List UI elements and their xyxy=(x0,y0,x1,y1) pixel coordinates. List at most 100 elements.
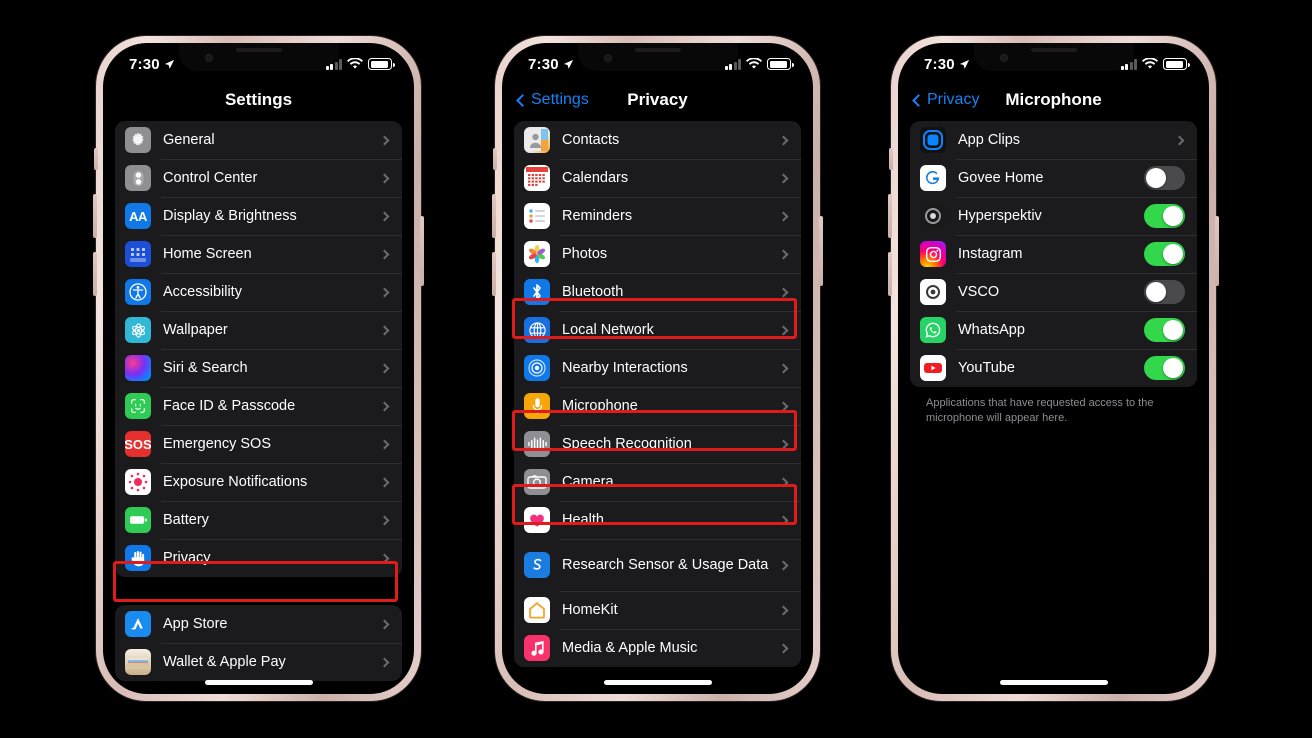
chevron-right-icon xyxy=(379,401,390,411)
power-button[interactable] xyxy=(819,216,823,286)
status-time: 7:30 xyxy=(528,56,574,73)
sidebar-item-wallpaper[interactable]: Wallpaper xyxy=(115,311,402,349)
chevron-right-icon xyxy=(778,605,789,615)
sidebar-item-health[interactable]: Health xyxy=(514,501,801,539)
calendar-icon xyxy=(524,165,550,191)
back-button[interactable]: Settings xyxy=(516,91,589,109)
row-label: WhatsApp xyxy=(958,321,1025,338)
sidebar-item-general[interactable]: General xyxy=(115,121,402,159)
sidebar-item-battery[interactable]: Battery xyxy=(115,501,402,539)
row-label: App Store xyxy=(163,615,228,632)
volume-down-button[interactable] xyxy=(492,252,496,296)
sidebar-item-research-sensor[interactable]: Research Sensor & Usage Data xyxy=(514,539,801,591)
sidebar-item-calendars[interactable]: Calendars xyxy=(514,159,801,197)
sidebar-item-siri-search[interactable]: Siri & Search xyxy=(115,349,402,387)
power-button[interactable] xyxy=(420,216,424,286)
sidebar-item-camera[interactable]: Camera xyxy=(514,463,801,501)
sidebar-item-contacts[interactable]: Contacts xyxy=(514,121,801,159)
youtube-icon xyxy=(920,355,946,381)
volume-down-button[interactable] xyxy=(888,252,892,296)
row-label: Exposure Notifications xyxy=(163,473,308,490)
phone-settings: 7:30 Settings General Control Center AA … xyxy=(93,36,424,701)
sidebar-item-accessibility[interactable]: Accessibility xyxy=(115,273,402,311)
chevron-right-icon xyxy=(1174,135,1185,145)
toggle-whatsapp[interactable] xyxy=(1144,318,1185,342)
sidebar-item-media-apple-music[interactable]: Media & Apple Music xyxy=(514,629,801,667)
row-label: VSCO xyxy=(958,283,1000,300)
sidebar-item-control-center[interactable]: Control Center xyxy=(115,159,402,197)
camera-icon xyxy=(524,469,550,495)
chevron-right-icon xyxy=(379,173,390,183)
status-bar: 7:30 xyxy=(502,43,813,79)
reminders-icon xyxy=(524,203,550,229)
row-label: App Clips xyxy=(958,131,1021,148)
sidebar-item-reminders[interactable]: Reminders xyxy=(514,197,801,235)
list-item-vsco[interactable]: VSCO xyxy=(910,273,1197,311)
row-label: Accessibility xyxy=(163,283,242,300)
row-label: Speech Recognition xyxy=(562,435,692,452)
silent-switch[interactable] xyxy=(493,148,497,170)
row-label: Contacts xyxy=(562,131,620,148)
sidebar-item-privacy[interactable]: Privacy xyxy=(115,539,402,577)
volume-down-button[interactable] xyxy=(93,252,97,296)
toggle-govee-home[interactable] xyxy=(1144,166,1185,190)
home-indicator[interactable] xyxy=(204,680,313,685)
sidebar-item-home-screen[interactable]: Home Screen xyxy=(115,235,402,273)
list-item-youtube[interactable]: YouTube xyxy=(910,349,1197,387)
photos-icon xyxy=(524,241,550,267)
sidebar-item-bluetooth[interactable]: Bluetooth xyxy=(514,273,801,311)
status-time-label: 7:30 xyxy=(924,55,955,73)
silent-switch[interactable] xyxy=(889,148,893,170)
sidebar-item-nearby-interactions[interactable]: Nearby Interactions xyxy=(514,349,801,387)
face-id-icon xyxy=(125,393,151,419)
list-item-app-clips[interactable]: App Clips xyxy=(910,121,1197,159)
sidebar-item-exposure-notifications[interactable]: Exposure Notifications xyxy=(115,463,402,501)
list-item-whatsapp[interactable]: WhatsApp xyxy=(910,311,1197,349)
page-title: Microphone xyxy=(1005,90,1102,109)
row-label: Wallpaper xyxy=(163,321,228,338)
sidebar-item-face-id[interactable]: Face ID & Passcode xyxy=(115,387,402,425)
chevron-right-icon xyxy=(778,643,789,653)
sidebar-item-speech-recognition[interactable]: Speech Recognition xyxy=(514,425,801,463)
sidebar-item-photos[interactable]: Photos xyxy=(514,235,801,273)
research-sensor-icon xyxy=(524,552,550,578)
list-item-instagram[interactable]: Instagram xyxy=(910,235,1197,273)
chevron-right-icon xyxy=(379,249,390,259)
health-icon xyxy=(524,507,550,533)
toggle-knob xyxy=(1163,244,1183,264)
toggle-knob xyxy=(1146,168,1166,188)
silent-switch[interactable] xyxy=(94,148,98,170)
row-label: Bluetooth xyxy=(562,283,624,300)
sidebar-item-display-brightness[interactable]: AA Display & Brightness xyxy=(115,197,402,235)
sidebar-item-homekit[interactable]: HomeKit xyxy=(514,591,801,629)
cellular-signal-icon xyxy=(1120,58,1137,70)
sidebar-item-app-store[interactable]: App Store xyxy=(115,605,402,643)
chevron-right-icon xyxy=(379,619,390,629)
volume-up-button[interactable] xyxy=(888,194,892,238)
volume-up-button[interactable] xyxy=(492,194,496,238)
home-indicator[interactable] xyxy=(999,680,1108,685)
phone-microphone: 7:30 Privacy Microphone App Clips Govee … xyxy=(888,36,1219,701)
list-item-hyperspektiv[interactable]: Hyperspektiv xyxy=(910,197,1197,235)
chevron-right-icon xyxy=(379,135,390,145)
toggle-knob xyxy=(1163,320,1183,340)
volume-up-button[interactable] xyxy=(93,194,97,238)
back-button[interactable]: Privacy xyxy=(912,91,979,109)
toggle-vsco[interactable] xyxy=(1144,280,1185,304)
sidebar-item-wallet-apple-pay[interactable]: Wallet & Apple Pay xyxy=(115,643,402,681)
bluetooth-icon xyxy=(524,279,550,305)
toggle-youtube[interactable] xyxy=(1144,356,1185,380)
row-label: Siri & Search xyxy=(163,359,248,376)
sidebar-item-local-network[interactable]: Local Network xyxy=(514,311,801,349)
phone3-screen: 7:30 Privacy Microphone App Clips Govee … xyxy=(898,43,1209,694)
list-item-govee-home[interactable]: Govee Home xyxy=(910,159,1197,197)
toggle-instagram[interactable] xyxy=(1144,242,1185,266)
sidebar-item-microphone[interactable]: Microphone xyxy=(514,387,801,425)
sidebar-item-emergency-sos[interactable]: SOS Emergency SOS xyxy=(115,425,402,463)
toggle-hyperspektiv[interactable] xyxy=(1144,204,1185,228)
power-button[interactable] xyxy=(1215,216,1219,286)
home-indicator[interactable] xyxy=(603,680,712,685)
screenshot-stage: 7:30 Settings General Control Center AA … xyxy=(0,0,1312,738)
wifi-icon xyxy=(347,58,363,69)
contacts-icon xyxy=(524,127,550,153)
